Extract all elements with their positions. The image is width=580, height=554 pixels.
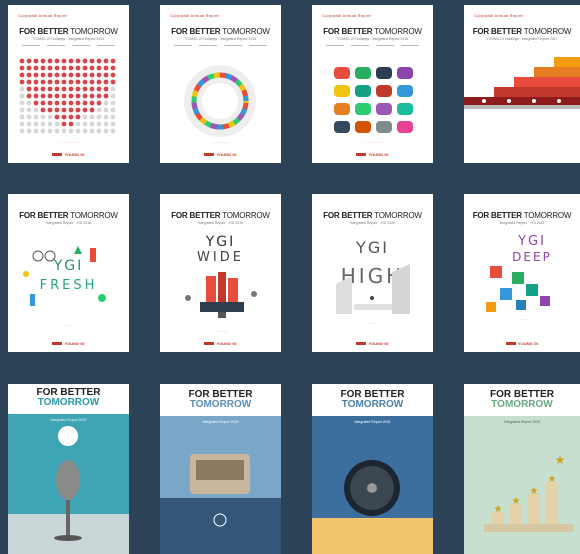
cover-subtitle: YOUNG-GI Holdings · Integrated Report 20… (486, 37, 558, 41)
gold-stars-illustration: ★ ★ ★ ★ ★ (484, 453, 574, 532)
cover-top-label: Corporate Annual Report (322, 13, 371, 18)
report-cover-3[interactable]: Corporate Annual Report FOR BETTER TOMOR… (312, 5, 433, 163)
cover-title: FOR BETTER TOMORROW (8, 388, 129, 408)
cover-title: FOR BETTER TOMORROW (312, 27, 433, 36)
title-light: TOMORROW (372, 211, 422, 220)
monitor-people-illustration (185, 272, 257, 318)
cover-subtitle: YOUNG-GI Holdings · Integrated Report 20… (336, 37, 409, 41)
report-cover-9[interactable]: FOR BETTER TOMORROW Integrated Report 20… (8, 384, 129, 554)
svg-text:★: ★ (555, 453, 566, 467)
cover-subtitle: Integrated Report · YGI 2020 (349, 221, 396, 225)
report-cover-8[interactable]: FOR BETTER TOMORROW Integrated Report · … (464, 194, 580, 352)
cover-title: FOR BETTER TOMORROW (160, 211, 281, 220)
cover-red-note: · · · · · · · · · (363, 141, 382, 145)
cover-title: FOR BETTER TOMORROW (312, 211, 433, 220)
title-bold: FOR BETTER (19, 211, 69, 220)
cover-subtitle: Integrated Report · YGI 2019 (197, 221, 244, 225)
cover-columns (326, 45, 419, 50)
report-cover-4[interactable]: Corporate Annual Report FOR BETTER TOMOR… (464, 5, 580, 163)
people-cycling-illustration (23, 246, 106, 306)
report-cover-1[interactable]: Corporate Annual Report FOR BETTER TOMOR… (8, 5, 129, 163)
report-cover-5[interactable]: FOR BETTER TOMORROW Integrated Report · … (8, 194, 129, 352)
cover-red-note: · · · · · · · · · (211, 141, 230, 145)
cover-subtitle: Integrated Report 2025 (504, 420, 540, 424)
cover-columns (22, 45, 115, 50)
cover-columns (174, 45, 267, 50)
cover-title: FOR BETTER TOMORROW (160, 27, 281, 36)
company-logo: YOUNG GI (312, 152, 433, 157)
people-circle-illustration (184, 65, 256, 137)
puzzle-pieces-illustration (486, 266, 550, 312)
title-line2: TOMORROW (37, 397, 100, 408)
cover-top-label: Corporate Annual Report (170, 13, 219, 18)
company-logo: YOUNG GI (8, 152, 129, 157)
cover-subtitle: Integrated Report 2023 (202, 420, 239, 424)
report-cover-2[interactable]: Corporate Annual Report FOR BETTER TOMOR… (160, 5, 281, 163)
cover-red-note: · · · · (518, 318, 526, 322)
microphone-illustration (8, 426, 129, 554)
cover-title: FOR BETTER TOMORROW (464, 27, 580, 36)
report-cover-7[interactable]: FOR BETTER TOMORROW Integrated Report · … (312, 194, 433, 352)
title-line2: TOMORROW (189, 399, 252, 410)
city-blocks-illustration (336, 264, 410, 314)
title-bold: FOR BETTER (171, 27, 221, 36)
svg-text:★: ★ (548, 474, 557, 485)
title-light: TOMORROW (521, 211, 572, 220)
cover-subtitle: Integrated Report · YGI 2021 (499, 221, 545, 225)
cover-title: FOR BETTER TOMORROW (464, 390, 580, 410)
title-light: TOMORROW (372, 27, 422, 36)
cover-title: FOR BETTER TOMORROW (160, 390, 281, 410)
cover-title: FOR BETTER TOMORROW (312, 390, 433, 410)
cover-subtitle: Integrated Report · YGI 2018 (45, 221, 92, 225)
cover-red-note: · · · · (368, 322, 377, 326)
cover-subtitle: YOUNG-GI Holdings · Integrated Report 20… (184, 37, 257, 41)
radio-illustration (160, 454, 281, 554)
title-light: TOMORROW (220, 211, 270, 220)
svg-text:★: ★ (512, 496, 521, 507)
report-cover-10[interactable]: FOR BETTER TOMORROW Integrated Report 20… (160, 384, 281, 554)
cover-subtitle: YOUNG-GI Holdings · Integrated Report 20… (32, 37, 105, 41)
title-line2: TOMORROW (341, 399, 404, 410)
ygi-mark: YGI (205, 234, 236, 250)
report-cover-12[interactable]: FOR BETTER TOMORROW Integrated Report 20… (464, 384, 580, 554)
cover-subtitle: Integrated Report 2022 (50, 418, 87, 422)
title-light: TOMORROW (521, 27, 572, 36)
cover-red-note: · · · · · · · (213, 330, 228, 334)
title-light: TOMORROW (68, 27, 118, 36)
title-bold: FOR BETTER (323, 211, 373, 220)
title-light: TOMORROW (220, 27, 270, 36)
ygi-mark: YGI (518, 234, 546, 249)
speech-bubbles-illustration (334, 67, 413, 133)
company-logo: YOUNG GI (8, 341, 129, 346)
heart-dots-illustration (19, 58, 116, 134)
theme-word: WIDE (197, 250, 244, 265)
svg-text:★: ★ (494, 504, 503, 515)
company-logo: YOUNG GI (312, 341, 433, 346)
stairs-ribbon-illustration (464, 57, 580, 109)
cover-top-label: Corporate Annual Report (474, 13, 523, 18)
svg-text:★: ★ (530, 486, 539, 497)
cover-red-note: · · · · · · · · · (59, 141, 78, 145)
title-line2: TOMORROW (491, 399, 553, 410)
cover-subtitle: Integrated Report 2024 (354, 420, 391, 424)
company-logo: YOUNG GI (464, 341, 580, 346)
title-bold: FOR BETTER (171, 211, 221, 220)
jet-engine-illustration (312, 460, 433, 554)
report-cover-6[interactable]: FOR BETTER TOMORROW Integrated Report · … (160, 194, 281, 352)
title-bold: FOR BETTER (472, 211, 522, 220)
report-cover-11[interactable]: FOR BETTER TOMORROW Integrated Report 20… (312, 384, 433, 554)
cover-red-note: · · · · (64, 324, 73, 328)
title-bold: FOR BETTER (323, 27, 373, 36)
company-logo: YOUNG GI (160, 341, 281, 346)
cover-title: FOR BETTER TOMORROW (464, 211, 580, 220)
cover-title: FOR BETTER TOMORROW (8, 27, 129, 36)
cover-top-label: Corporate Annual Report (18, 13, 67, 18)
title-light: TOMORROW (68, 211, 118, 220)
cover-title: FOR BETTER TOMORROW (8, 211, 129, 220)
title-bold: FOR BETTER (19, 27, 69, 36)
company-logo: YOUNG GI (160, 152, 281, 157)
title-bold: FOR BETTER (472, 27, 522, 36)
